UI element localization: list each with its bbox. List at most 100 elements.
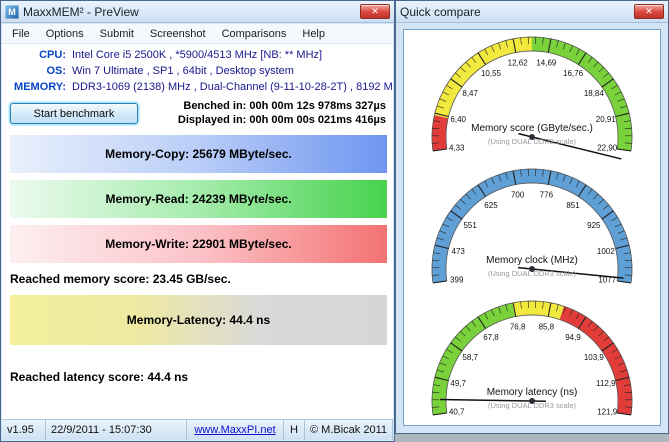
gauge-tick-label: 76,8 — [510, 322, 526, 331]
gauge-tick-label: 6,40 — [450, 115, 466, 124]
memory-row: MEMORY: DDR3-1069 (2138) MHz , Dual-Chan… — [4, 79, 393, 95]
quick-compare-content: 4,33 6,40 8,47 10,55 12,62 14,69 16,76 18,84 20,… — [403, 29, 661, 426]
maxxmem-window-title: MaxxMEM² - PreView — [23, 5, 360, 19]
os-row: OS: Win 7 Ultimate , SP1 , 64bit , Deskt… — [4, 63, 393, 79]
gauge-tick-label: 18,84 — [584, 89, 605, 98]
cpu-row: CPU: Intel Core i5 2500K , *5900/4513 MH… — [4, 47, 393, 63]
gauge-tick-label: 399 — [450, 276, 464, 285]
gauge-tick-label: 8,47 — [462, 89, 478, 98]
memory-latency-value: Memory-Latency: 44.4 ns — [127, 313, 270, 327]
memory-clock-gauge: 39947355162570077685192510021077Memory c… — [404, 162, 660, 294]
gauge-arc-segment — [618, 395, 632, 399]
h-indicator: H — [284, 420, 305, 440]
gauge-arc-segment — [529, 301, 532, 315]
gauge-tick-label: 776 — [540, 190, 554, 199]
menu-item-help[interactable]: Help — [294, 25, 333, 43]
menu-item-screenshot[interactable]: Screenshot — [142, 25, 214, 43]
datetime-text: 22/9/2011 - 15:07:30 — [46, 420, 187, 440]
memory-score-text: Reached memory score: 23.45 GB/sec. — [10, 272, 389, 286]
gauge-arc-segment — [618, 263, 632, 267]
close-icon[interactable]: ✕ — [360, 4, 390, 19]
gauge-tick-label: 4,33 — [449, 144, 465, 153]
gauge-tick-label: 22,90 — [597, 144, 618, 153]
memory-label: MEMORY: — [4, 79, 66, 95]
quick-compare-titlebar[interactable]: Quick compare ✕ — [396, 1, 668, 23]
displayed-in-text: Displayed in: 00h 00m 00s 021ms 416µs — [178, 113, 386, 127]
gauge-tick-label: 925 — [587, 221, 601, 230]
gauge-arc-segment — [529, 37, 532, 51]
gauge-tick-label: 103,9 — [584, 353, 605, 362]
memory-read-value: Memory-Read: 24239 MByte/sec. — [105, 192, 291, 206]
maxxmem-window: M MaxxMEM² - PreView ✕ File Options Subm… — [0, 0, 395, 442]
maxxmem-content: CPU: Intel Core i5 2500K , *5900/4513 MH… — [2, 44, 393, 440]
maxxpi-link[interactable]: www.MaxxPI.net — [194, 424, 275, 436]
benched-in-text: Benched in: 00h 00m 12s 978ms 327µs — [178, 99, 386, 113]
gauge-arc-segment — [618, 135, 632, 138]
quick-compare-window: Quick compare ✕ 4,33 6,40 8,47 10,55 12,62 14… — [395, 0, 669, 434]
memory-score-gauge-svg: 4,33 6,40 8,47 10,55 12,62 14,69 16,76 18,84 20,… — [407, 31, 657, 161]
maxxmem-titlebar[interactable]: M MaxxMEM² - PreView ✕ — [1, 1, 394, 23]
memory-latency-gauge-svg: 40,749,758,767,876,885,894,9103,9112,912… — [407, 295, 657, 425]
memory-latency-gauge: 40,749,758,767,876,885,894,9103,9112,912… — [404, 294, 660, 426]
gauge-tick-label: 67,8 — [483, 333, 499, 342]
gauge-tick-label: 851 — [566, 201, 580, 210]
memory-copy-value: Memory-Copy: 25679 MByte/sec. — [105, 147, 292, 161]
gauge-title: Memory score (GByte/sec.) — [471, 123, 593, 134]
gauge-subtitle: (Using DUAL DDR3 scale) — [488, 137, 577, 146]
menu-item-file[interactable]: File — [4, 25, 38, 43]
gauge-tick-label: 10,55 — [481, 69, 502, 78]
gauge-tick-label: 112,9 — [596, 379, 616, 388]
app-icon: M — [5, 5, 19, 19]
gauge-tick-label: 625 — [484, 201, 498, 210]
menu-item-options[interactable]: Options — [38, 25, 92, 43]
gauge-arc-segment — [529, 169, 532, 183]
gauge-tick-label: 1002 — [597, 247, 615, 256]
menu-bar: File Options Submit Screenshot Compariso… — [2, 24, 393, 44]
gauge-arc-segment — [432, 270, 446, 273]
system-info: CPU: Intel Core i5 2500K , *5900/4513 MH… — [4, 47, 393, 95]
gauge-subtitle: (Using DUAL DDR3 scale) — [488, 401, 577, 410]
gauge-tick-label: 12,62 — [508, 58, 529, 67]
link-cell: www.MaxxPI.net — [187, 420, 284, 440]
os-value: Win 7 Ultimate , SP1 , 64bit , Desktop s… — [72, 63, 294, 79]
status-bar: v1.95 22/9/2011 - 15:07:30 www.MaxxPI.ne… — [2, 419, 393, 440]
memory-score-gauge: 4,33 6,40 8,47 10,55 12,62 14,69 16,76 18,84 20,… — [404, 30, 660, 162]
gauge-tick-label: 16,76 — [563, 69, 584, 78]
gauge-tick-label: 14,69 — [536, 58, 557, 67]
gauge-arc-segment — [618, 267, 632, 270]
memory-value: DDR3-1069 (2138) MHz , Dual-Channel (9-1… — [72, 79, 393, 95]
start-benchmark-button[interactable]: Start benchmark — [10, 103, 138, 124]
cpu-value: Intel Core i5 2500K , *5900/4513 MHz [NB… — [72, 47, 322, 63]
gauge-tick-label: 58,7 — [462, 353, 478, 362]
menu-item-comparisons[interactable]: Comparisons — [214, 25, 295, 43]
close-icon[interactable]: ✕ — [634, 4, 664, 19]
memory-write-value: Memory-Write: 22901 MByte/sec. — [105, 237, 292, 251]
gauge-tick-label: 121,9 — [597, 408, 618, 417]
bench-times: Benched in: 00h 00m 12s 978ms 327µs Disp… — [178, 99, 386, 127]
memory-latency-bar: Memory-Latency: 44.4 ns — [10, 295, 387, 345]
cpu-label: CPU: — [4, 47, 66, 63]
memory-clock-gauge-svg: 39947355162570077685192510021077Memory c… — [407, 163, 657, 293]
quick-compare-title: Quick compare — [400, 5, 634, 19]
gauge-tick-label: 473 — [452, 247, 466, 256]
gauge-arc-segment — [618, 399, 632, 402]
copyright-text: © M.Bicak 2011 — [305, 420, 393, 440]
gauge-tick-label: 20,91 — [596, 115, 617, 124]
gauge-title: Memory latency (ns) — [487, 387, 578, 398]
memory-write-bar: Memory-Write: 22901 MByte/sec. — [10, 225, 387, 263]
menu-item-submit[interactable]: Submit — [92, 25, 142, 43]
gauge-arc-segment — [618, 131, 632, 135]
gauge-tick-label: 94,9 — [565, 333, 581, 342]
gauge-tick-label: 40,7 — [449, 408, 465, 417]
os-label: OS: — [4, 63, 66, 79]
memory-read-bar: Memory-Read: 24239 MByte/sec. — [10, 180, 387, 218]
gauge-tick-label: 700 — [511, 190, 525, 199]
gauge-title: Memory clock (MHz) — [486, 255, 578, 266]
memory-copy-bar: Memory-Copy: 25679 MByte/sec. — [10, 135, 387, 173]
gauge-tick-label: 85,8 — [539, 322, 555, 331]
gauge-arc-segment — [432, 402, 446, 405]
gauge-tick-label: 551 — [463, 221, 477, 230]
gauge-arc-segment — [432, 138, 446, 141]
gauge-subtitle: (Using DUAL DDR3 scale) — [488, 269, 577, 278]
latency-score-text: Reached latency score: 44.4 ns — [10, 370, 389, 384]
